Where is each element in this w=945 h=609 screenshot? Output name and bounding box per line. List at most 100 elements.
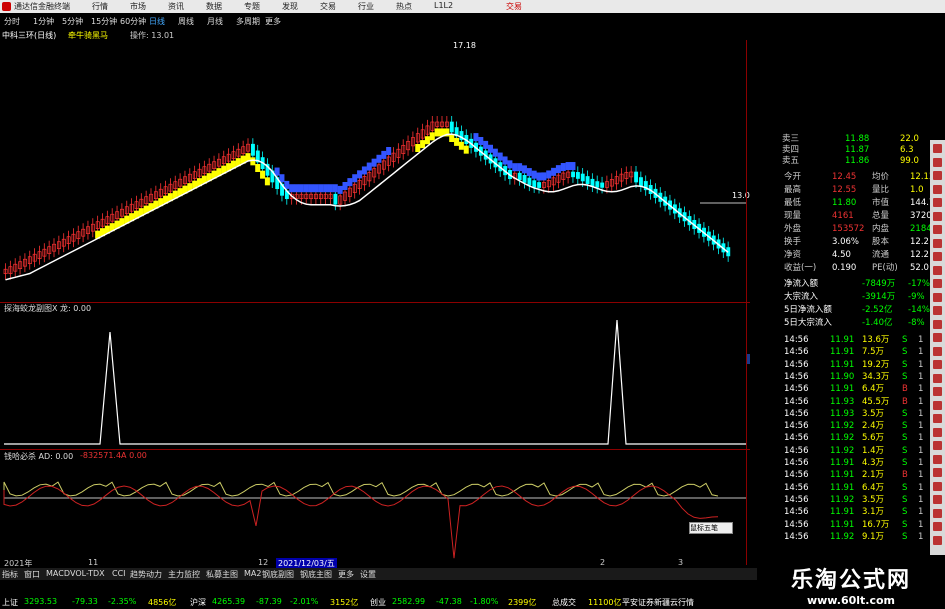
date-m12: 12 bbox=[258, 558, 269, 567]
tick-cell: S bbox=[902, 433, 908, 444]
period-tab[interactable]: 多周期 bbox=[236, 16, 260, 27]
menu-item[interactable]: 专题 bbox=[244, 1, 282, 12]
toolbar-button-icon[interactable] bbox=[933, 279, 942, 288]
menu-item[interactable]: 市场 bbox=[130, 1, 168, 12]
period-tab[interactable]: 更多 bbox=[265, 16, 281, 27]
toolbar-button-icon[interactable] bbox=[933, 252, 942, 261]
period-tab[interactable]: 15分钟 bbox=[91, 16, 117, 27]
indicator-tab[interactable]: 设置 bbox=[360, 569, 376, 580]
trend-band bbox=[376, 154, 382, 163]
trend-band bbox=[250, 157, 256, 166]
period-tab[interactable]: 月线 bbox=[207, 16, 223, 27]
ad-indicator-chart[interactable]: 20000100000-10000-20000 bbox=[0, 460, 750, 560]
period-tab[interactable]: 5分钟 bbox=[62, 16, 83, 27]
period-tab[interactable]: 60分钟 bbox=[120, 16, 146, 27]
trend-band bbox=[361, 166, 367, 175]
trend-band bbox=[483, 140, 489, 149]
toolbar-button-icon[interactable] bbox=[933, 225, 942, 234]
stat-cell: 换手 bbox=[784, 237, 802, 247]
toolbar-button-icon[interactable] bbox=[933, 319, 942, 329]
toolbar-button-icon[interactable] bbox=[933, 198, 942, 207]
tick-cell: S bbox=[902, 507, 908, 518]
period-tab[interactable]: 分时 bbox=[4, 16, 20, 27]
menu-item[interactable]: 行业 bbox=[358, 1, 396, 12]
toolbar-button-icon[interactable] bbox=[933, 238, 942, 248]
toolbar-button-icon[interactable] bbox=[933, 468, 942, 477]
toolbar-button-icon[interactable] bbox=[933, 427, 942, 437]
dragon-indicator-chart[interactable]: 1.000.500.000.62 bbox=[0, 312, 750, 452]
toolbar-button-icon[interactable] bbox=[933, 184, 942, 194]
indicator-tab[interactable]: 主力监控 bbox=[168, 569, 200, 580]
menu-item[interactable]: 发现 bbox=[282, 1, 320, 12]
toolbar-button-icon[interactable] bbox=[933, 522, 942, 531]
toolbar-button-icon[interactable] bbox=[933, 495, 942, 504]
indicator-tab[interactable]: MACD bbox=[46, 569, 70, 578]
period-tab[interactable]: 日线 bbox=[149, 16, 165, 27]
toolbar-button-icon[interactable] bbox=[933, 265, 942, 275]
toolbar-button-icon[interactable] bbox=[933, 441, 942, 450]
indicator-tab[interactable]: 私募主图 bbox=[206, 569, 238, 580]
toolbar-button-icon[interactable] bbox=[933, 144, 942, 153]
toolbar-button-icon[interactable] bbox=[933, 508, 942, 518]
toolbar-button-icon[interactable] bbox=[933, 171, 942, 180]
toolbar-button-icon[interactable] bbox=[933, 414, 942, 423]
trend-band bbox=[255, 164, 261, 172]
toolbar-button-icon[interactable] bbox=[933, 306, 942, 315]
toolbar-button-icon[interactable] bbox=[933, 211, 942, 221]
stat-cell: 0.190 bbox=[832, 263, 857, 273]
toolbar-button-icon[interactable] bbox=[933, 292, 942, 302]
stat-cell: 现量 bbox=[784, 211, 802, 221]
period-tab[interactable]: 1分钟 bbox=[33, 16, 54, 27]
menu-item[interactable]: 行情 bbox=[92, 1, 130, 12]
candle bbox=[517, 172, 522, 181]
trend-band bbox=[386, 147, 392, 155]
toolbar-button-icon[interactable] bbox=[933, 373, 942, 383]
sh-label: 上证 bbox=[2, 598, 18, 607]
indicator-tab[interactable]: 钢底副图 bbox=[262, 569, 294, 580]
trend-band bbox=[507, 160, 513, 169]
stat-cell: 均价 bbox=[872, 172, 890, 182]
indicator-tab[interactable]: MA2 bbox=[244, 569, 261, 578]
toolbar-button-icon[interactable] bbox=[933, 157, 942, 167]
tick-cell: 1.4万 bbox=[862, 445, 885, 456]
right-toolbar[interactable] bbox=[930, 140, 945, 555]
toolbar-button-icon[interactable] bbox=[933, 346, 942, 356]
menu-item[interactable]: 数据 bbox=[206, 1, 244, 12]
main-candlestick-chart[interactable]: 14.5014.0013.5013.0012.5012.0011.5017.18… bbox=[0, 40, 750, 302]
indicator-tab[interactable]: 钢底主图 bbox=[300, 569, 332, 580]
flow-value: -2.52亿 bbox=[862, 305, 893, 315]
menu-item[interactable]: 热点 bbox=[396, 1, 434, 12]
toolbar-button-icon[interactable] bbox=[933, 535, 942, 545]
toolbar-button-icon[interactable] bbox=[933, 400, 942, 410]
tick-cell: 14:56 bbox=[784, 458, 809, 468]
menu-item[interactable]: 资讯 bbox=[168, 1, 206, 12]
stat-cell: 量比 bbox=[872, 185, 890, 195]
trend-band bbox=[424, 136, 430, 145]
indicator-tab[interactable]: VOL-TDX bbox=[70, 569, 105, 578]
candle bbox=[522, 175, 527, 183]
menu-item[interactable]: 交易 bbox=[320, 1, 358, 12]
toolbar-button-icon[interactable] bbox=[933, 387, 942, 396]
stat-cell: 12.55 bbox=[832, 185, 857, 195]
ad-line-yellow bbox=[3, 481, 719, 497]
news-ticker[interactable]: 平安证券新疆云行情 bbox=[622, 597, 694, 608]
indicator-tab[interactable]: CCI bbox=[112, 569, 126, 578]
tick-cell: 14:56 bbox=[784, 519, 809, 530]
trade-link[interactable]: 交易 bbox=[506, 1, 522, 12]
indicator-tab[interactable]: 窗口 bbox=[24, 569, 40, 580]
toolbar-button-icon[interactable] bbox=[933, 333, 942, 342]
tick-cell: S bbox=[902, 335, 908, 345]
indicator-tab[interactable]: 趋势动力 bbox=[130, 569, 162, 580]
toolbar-button-icon[interactable] bbox=[933, 360, 942, 369]
stat-cell: 153572 bbox=[832, 224, 865, 234]
trend-band bbox=[526, 168, 532, 177]
tick-cell: S bbox=[902, 458, 908, 468]
toolbar-button-icon[interactable] bbox=[933, 481, 942, 491]
tick-row: 14:56 11.91 19.2万 S 1 bbox=[750, 359, 930, 371]
toolbar-button-icon[interactable] bbox=[933, 454, 942, 464]
period-tab[interactable]: 周线 bbox=[178, 16, 194, 27]
indicator-tab[interactable]: 更多 bbox=[338, 569, 354, 580]
indicator-tab[interactable]: 指标 bbox=[2, 569, 18, 580]
menu-item[interactable]: L1L2 bbox=[434, 1, 472, 12]
sz-label: 沪深 bbox=[190, 598, 206, 607]
